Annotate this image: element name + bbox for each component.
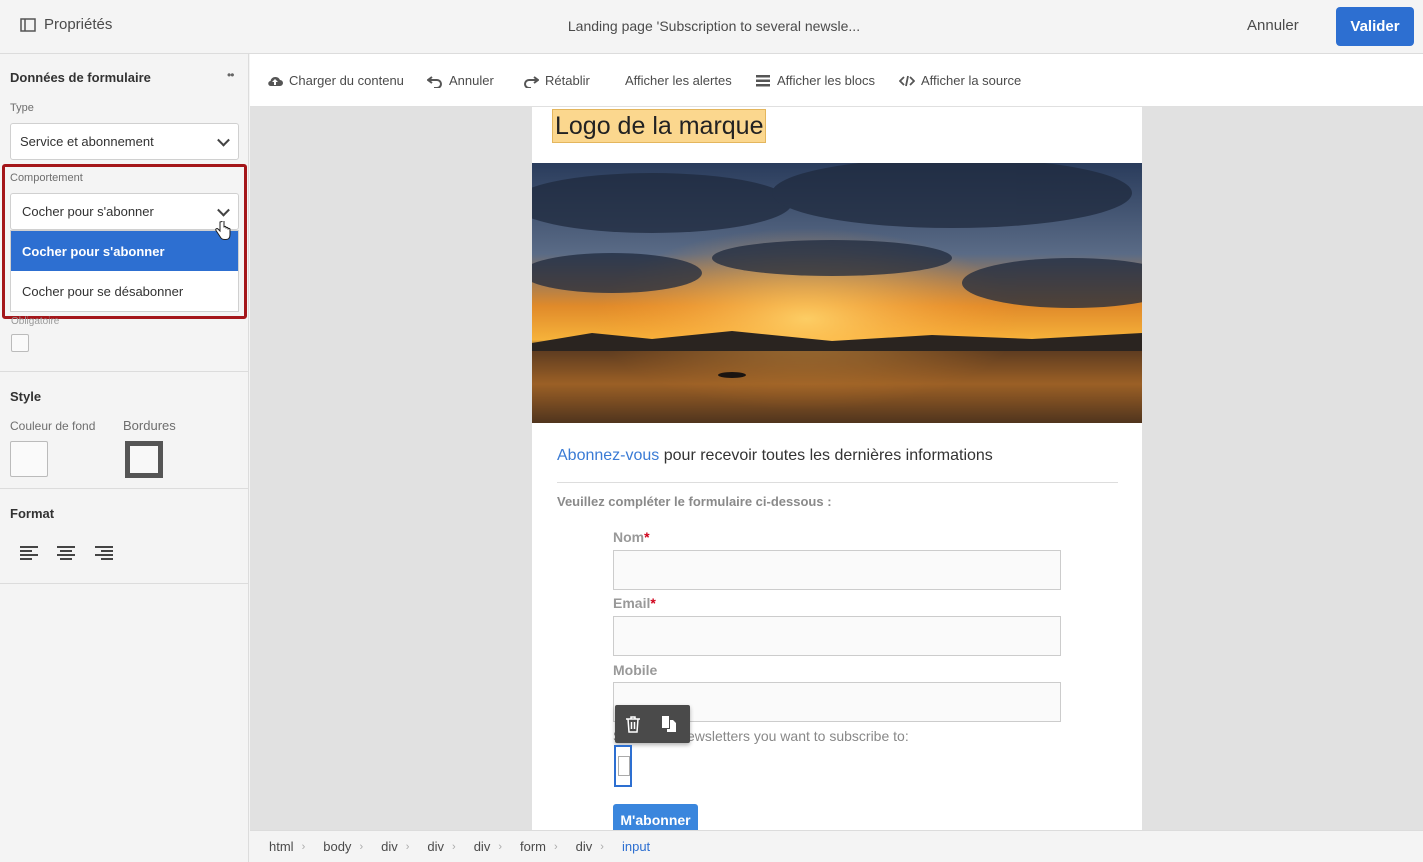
option-subscribe[interactable]: Cocher pour s'abonner (11, 231, 238, 271)
code-icon (899, 75, 915, 86)
validate-button[interactable]: Valider (1336, 7, 1414, 46)
newsletter-checkbox[interactable] (614, 745, 632, 787)
divider (0, 371, 249, 372)
email-input[interactable] (613, 616, 1061, 656)
divider (0, 488, 249, 489)
subscribe-link[interactable]: Abonnez-vous (557, 447, 659, 464)
top-bar: Propriétés Landing page 'Subscription to… (0, 0, 1423, 54)
breadcrumb: html › body › div › div › div › form › div › in… (250, 830, 1423, 862)
align-left-icon[interactable] (19, 545, 39, 561)
show-source-button[interactable]: Afficher la source (899, 73, 1021, 88)
brand-logo[interactable]: Logo de la marque (552, 109, 767, 143)
required-marker: * (650, 595, 656, 611)
form-intro: Veuillez compléter le formulaire ci-dess… (557, 494, 832, 509)
more-icon[interactable]: •• (227, 68, 234, 82)
chevron-right-icon: › (452, 840, 456, 853)
landing-page: Logo de la marque Abonnez-vous pour rece… (532, 107, 1142, 830)
breadcrumb-item[interactable]: body (323, 839, 351, 854)
chevron-right-icon: › (405, 840, 410, 853)
align-right-icon[interactable] (94, 545, 114, 561)
chevron-right-icon: › (554, 840, 558, 853)
behavior-label: Comportement (10, 172, 83, 184)
cancel-button[interactable]: Annuler (1247, 17, 1299, 34)
show-alerts-label: Afficher les alertes (625, 73, 732, 88)
load-content-button[interactable]: Charger du contenu (267, 73, 404, 88)
mobile-label: Mobile (613, 662, 658, 678)
chevron-right-icon: › (359, 840, 364, 853)
style-title: Style (10, 389, 42, 404)
breadcrumb-item-active[interactable]: input (622, 839, 650, 854)
behavior-select-value: Cocher pour s'abonner (22, 204, 154, 219)
email-label: Email* (613, 595, 656, 611)
align-center-icon[interactable] (56, 545, 76, 561)
element-action-bar (615, 705, 690, 743)
bg-color-swatch[interactable] (10, 441, 48, 477)
editor-toolbar: Charger du contenu Annuler Rétablir Affi… (250, 54, 1423, 107)
show-alerts-button[interactable]: Afficher les alertes (625, 73, 732, 88)
name-label: Nom* (613, 529, 650, 545)
breadcrumb-item[interactable]: div (474, 839, 491, 854)
type-label: Type (10, 102, 34, 114)
show-source-label: Afficher la source (921, 73, 1022, 88)
breadcrumb-item[interactable]: div (381, 839, 398, 854)
properties-label: Propriétés (44, 16, 113, 33)
divider (557, 482, 1118, 483)
name-input[interactable] (613, 550, 1061, 590)
form-data-title: Données de formulaire (10, 70, 151, 85)
type-select-value: Service et abonnement (20, 134, 154, 149)
trash-icon[interactable] (625, 715, 641, 733)
required-marker: * (644, 529, 650, 545)
option-unsubscribe[interactable]: Cocher pour se désabonner (11, 271, 238, 311)
cloud-upload-icon (268, 76, 283, 86)
show-blocks-button[interactable]: Afficher les blocs (755, 73, 875, 88)
breadcrumb-item[interactable]: form (520, 839, 546, 854)
editor-canvas: Logo de la marque Abonnez-vous pour rece… (250, 107, 1423, 830)
chevron-down-icon (217, 203, 230, 217)
redo-button[interactable]: Rétablir (523, 73, 590, 88)
headline-text: pour recevoir toutes les dernières infor… (659, 447, 993, 464)
name-label-text: Nom (613, 529, 645, 545)
hand-cursor-icon (215, 221, 231, 240)
borders-label: Bordures (123, 418, 176, 433)
email-label-text: Email (613, 595, 651, 611)
type-select[interactable]: Service et abonnement (10, 123, 239, 160)
border-swatch[interactable] (125, 441, 163, 478)
undo-label: Annuler (449, 73, 494, 88)
redo-icon (524, 75, 539, 88)
undo-icon (427, 75, 442, 88)
mandatory-checkbox[interactable] (11, 334, 29, 352)
page-title: Landing page 'Subscription to several ne… (567, 18, 861, 34)
mandatory-label: Obligatoire (11, 316, 60, 327)
redo-label: Rétablir (545, 73, 590, 88)
panel-icon (20, 17, 36, 32)
divider (0, 583, 249, 584)
behavior-dropdown: Cocher pour s'abonner Cocher pour se dés… (10, 230, 239, 312)
breadcrumb-item[interactable]: div (576, 839, 593, 854)
subscribe-button[interactable]: M'abonner (613, 804, 698, 830)
load-content-label: Charger du contenu (289, 73, 404, 88)
show-blocks-label: Afficher les blocs (777, 73, 876, 88)
undo-button[interactable]: Annuler (427, 73, 494, 88)
chevron-down-icon (217, 133, 230, 147)
headline: Abonnez-vous pour recevoir toutes les de… (557, 447, 993, 465)
chevron-right-icon: › (498, 840, 502, 853)
chevron-right-icon: › (600, 840, 604, 853)
breadcrumb-item[interactable]: html (269, 839, 294, 854)
properties-toggle[interactable]: Propriétés (20, 16, 112, 33)
bg-color-label: Couleur de fond (10, 419, 96, 433)
blocks-icon (756, 74, 770, 86)
chevron-right-icon: › (301, 840, 306, 853)
format-title: Format (10, 506, 55, 521)
behavior-select[interactable]: Cocher pour s'abonner (10, 193, 239, 230)
duplicate-icon[interactable] (661, 715, 677, 733)
breadcrumb-item[interactable]: div (427, 839, 444, 854)
sunset-hero-image (532, 163, 1142, 423)
